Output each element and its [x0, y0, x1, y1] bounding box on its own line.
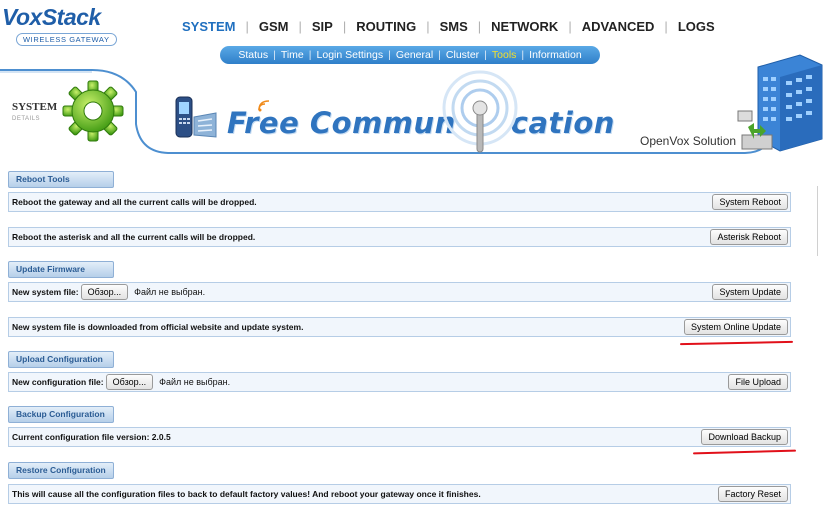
section-backup-configuration: Backup Configuration — [8, 406, 114, 423]
mobile-phone-icon — [175, 96, 217, 138]
nav-separator: | — [664, 18, 668, 34]
section-update-firmware: Update Firmware — [8, 261, 114, 278]
online-update-text: New system file is downloaded from offic… — [12, 322, 304, 332]
factory-reset-text: This will cause all the configuration fi… — [12, 489, 481, 499]
factory-reset-button[interactable]: Factory Reset — [717, 486, 788, 502]
nav-advanced[interactable]: ADVANCED — [582, 19, 655, 34]
row-config-upload: New configuration file: Обзор... Файл не… — [8, 372, 791, 392]
subnav-separator: | — [308, 49, 312, 61]
banner-title-part1: Free Commun — [227, 106, 456, 140]
section-reboot-tools: Reboot Tools — [8, 171, 114, 188]
antenna-icon — [442, 70, 518, 153]
config-browse-button[interactable]: Обзор... — [105, 374, 154, 390]
system-section-label: SYSTEM — [12, 101, 58, 113]
row-system-reboot: Reboot the gateway and all the current c… — [8, 192, 791, 212]
nav-separator: | — [298, 18, 302, 34]
nav-system[interactable]: SYSTEM — [182, 19, 235, 34]
row-backup: Current configuration file version: 2.0.… — [8, 427, 791, 447]
asterisk-reboot-text: Reboot the asterisk and all the current … — [12, 232, 256, 242]
config-version-text: Current configuration file version: 2.0.… — [12, 432, 171, 442]
nav-separator: | — [426, 18, 430, 34]
red-underline-annotation — [679, 340, 794, 346]
row-factory-reset: This will cause all the configuration fi… — [8, 484, 791, 504]
subnav-cluster[interactable]: Cluster — [446, 49, 479, 61]
logo-subtitle: WIRELESS GATEWAY — [16, 33, 117, 46]
nav-separator: | — [568, 18, 572, 34]
download-backup-button[interactable]: Download Backup — [701, 429, 788, 445]
system-reboot-button[interactable]: System Reboot — [712, 194, 788, 210]
voxstack-logo: VoxStack WIRELESS GATEWAY — [2, 4, 124, 48]
server-building-icon — [737, 54, 823, 152]
sub-nav: Status | Time | Login Settings | General… — [220, 46, 600, 64]
nav-sip[interactable]: SIP — [312, 19, 333, 34]
subnav-separator: | — [273, 49, 276, 61]
subnav-tools[interactable]: Tools — [492, 49, 517, 61]
nav-separator: | — [245, 18, 249, 34]
firmware-browse-button[interactable]: Обзор... — [80, 284, 129, 300]
nav-gsm[interactable]: GSM — [259, 19, 289, 34]
logo-name: VoxStack — [2, 4, 101, 30]
nav-separator: | — [342, 18, 347, 34]
row-online-update: New system file is downloaded from offic… — [8, 317, 791, 337]
firmware-file-status: Файл не выбран. — [134, 287, 206, 297]
config-file-status: Файл не выбран. — [159, 377, 231, 387]
config-file-label: New configuration file: — [12, 377, 104, 387]
section-upload-configuration: Upload Configuration — [8, 351, 114, 368]
red-underline-annotation — [692, 449, 797, 455]
nav-logs[interactable]: LOGS — [678, 19, 715, 34]
gear-icon — [62, 80, 124, 142]
system-update-button[interactable]: System Update — [712, 284, 788, 300]
subnav-status[interactable]: Status — [238, 49, 268, 61]
page-edge-line — [817, 186, 818, 256]
details-label: DETAILS — [12, 116, 41, 122]
nav-sms[interactable]: SMS — [440, 19, 468, 34]
banner-title-part2: cation — [510, 106, 615, 140]
system-online-update-button[interactable]: System Online Update — [683, 319, 788, 335]
subnav-login-settings[interactable]: Login Settings — [317, 49, 384, 61]
banner-title: Free Commun cation — [227, 106, 615, 140]
asterisk-reboot-button[interactable]: Asterisk Reboot — [710, 229, 788, 245]
openvox-brand: OpenVox Solution — [640, 134, 737, 148]
system-reboot-text: Reboot the gateway and all the current c… — [12, 197, 257, 207]
file-upload-button[interactable]: File Upload — [728, 374, 788, 390]
subnav-separator: | — [521, 49, 525, 61]
section-restore-configuration: Restore Configuration — [8, 462, 114, 479]
row-firmware-file: New system file: Обзор... Файл не выбран… — [8, 282, 791, 302]
nav-routing[interactable]: ROUTING — [356, 19, 416, 34]
subnav-separator: | — [388, 49, 391, 61]
subnav-separator: | — [484, 49, 487, 61]
nav-network[interactable]: NETWORK — [491, 19, 558, 34]
subnav-time[interactable]: Time — [281, 49, 304, 61]
firmware-file-label: New system file: — [12, 287, 79, 297]
subnav-separator: | — [438, 49, 441, 61]
subnav-information[interactable]: Information — [529, 49, 582, 61]
subnav-general[interactable]: General — [396, 49, 433, 61]
main-nav: SYSTEM | GSM | SIP | ROUTING | SMS | NET… — [182, 17, 715, 35]
nav-separator: | — [477, 18, 482, 34]
row-asterisk-reboot: Reboot the asterisk and all the current … — [8, 227, 791, 247]
